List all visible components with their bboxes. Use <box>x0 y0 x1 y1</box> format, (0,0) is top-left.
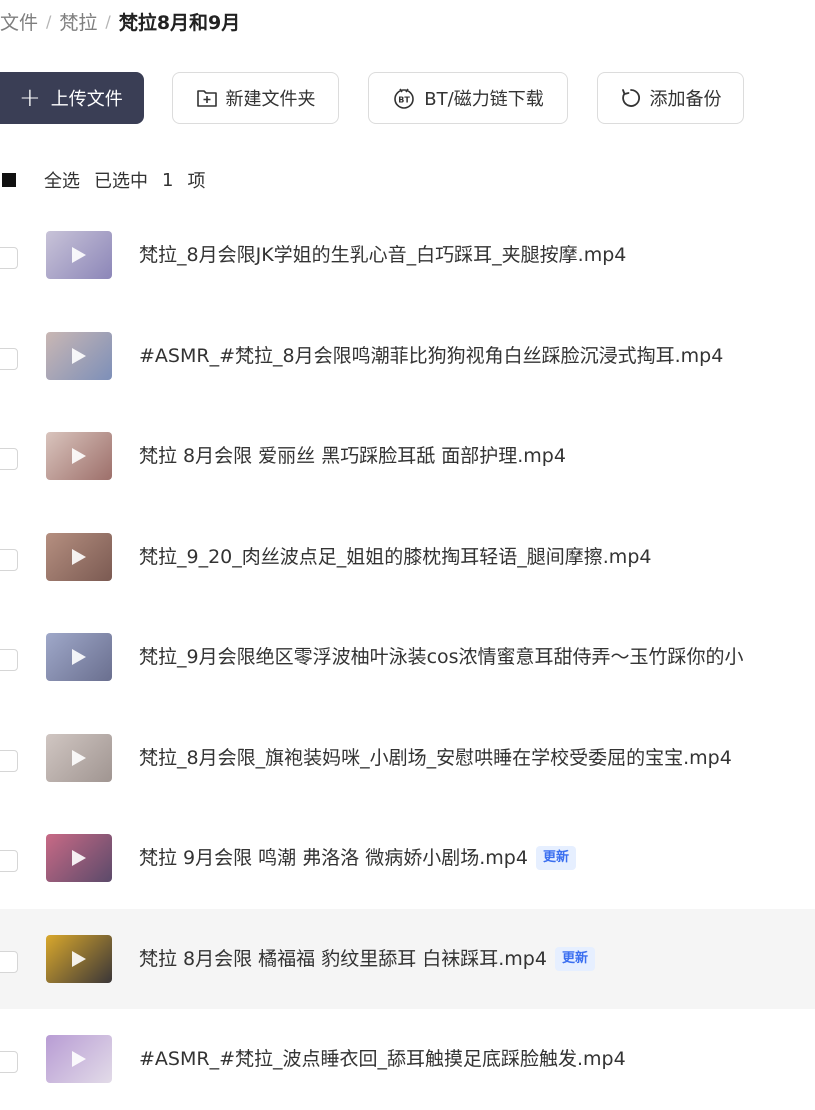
file-checkbox[interactable] <box>0 649 18 671</box>
file-name[interactable]: 梵拉_9_20_肉丝波点足_姐姐的膝枕掏耳轻语_腿间摩擦.mp4 <box>139 543 651 571</box>
file-name-text: 梵拉 8月会限 橘福福 豹纹里舔耳 白袜踩耳.mp4 <box>139 947 547 970</box>
selected-count: 1 <box>162 169 174 191</box>
file-name-text: 梵拉_9_20_肉丝波点足_姐姐的膝枕掏耳轻语_腿间摩擦.mp4 <box>139 545 652 568</box>
play-icon <box>72 347 86 364</box>
new-folder-icon <box>196 90 217 107</box>
file-name[interactable]: 梵拉_8月会限_旗袍装妈咪_小剧场_安慰哄睡在学校受委屈的宝宝.mp4 <box>139 744 732 772</box>
selected-prefix: 已选中 <box>94 171 148 192</box>
select-all-label[interactable]: 全选 <box>44 167 80 193</box>
file-checkbox[interactable] <box>0 950 18 973</box>
play-icon <box>72 1051 86 1067</box>
upload-file-button[interactable]: + 上传文件 <box>0 72 144 124</box>
new-folder-label: 新建文件夹 <box>225 89 316 110</box>
file-list: 梵拉_8月会限JK学姐的生乳心音_白巧踩耳_夹腿按摩.mp4 #ASMR_#梵拉_… <box>0 205 815 1110</box>
plus-icon: + <box>19 83 41 113</box>
video-thumbnail[interactable] <box>46 231 112 279</box>
play-icon <box>72 649 86 665</box>
new-folder-button[interactable]: 新建文件夹 <box>172 72 339 124</box>
play-icon <box>72 247 86 263</box>
file-name-text: 梵拉_9月会限绝区零浮波柚叶泳装cos浓情蜜意耳甜侍弄～玉竹踩你的小 <box>139 646 744 668</box>
file-name[interactable]: 梵拉_9月会限绝区零浮波柚叶泳装cos浓情蜜意耳甜侍弄～玉竹踩你的小 <box>139 643 744 671</box>
video-thumbnail[interactable] <box>46 633 112 681</box>
file-name[interactable]: 梵拉 9月会限 鸣潮 弗洛洛 微病娇小剧场.mp4 更新 <box>139 844 576 872</box>
file-name[interactable]: 梵拉 8月会限 橘福福 豹纹里舔耳 白袜踩耳.mp4 更新 <box>139 945 595 973</box>
video-thumbnail[interactable] <box>46 834 112 882</box>
video-thumbnail[interactable] <box>46 934 112 983</box>
file-row[interactable]: 梵拉 9月会限 鸣潮 弗洛洛 微病娇小剧场.mp4 更新 <box>0 808 815 909</box>
bt-magnet-download-label: BT/磁力链下载 <box>424 89 544 110</box>
video-thumbnail[interactable] <box>46 1035 112 1083</box>
play-icon <box>72 850 86 866</box>
backup-sync-icon <box>621 89 640 107</box>
file-row[interactable]: 梵拉_9_20_肉丝波点足_姐姐的膝枕掏耳轻语_腿间摩擦.mp4 <box>0 507 815 608</box>
play-icon <box>72 448 86 464</box>
breadcrumb-item-files[interactable]: 文件 <box>0 8 38 35</box>
file-name-text: 梵拉_8月会限JK学姐的生乳心音_白巧踩耳_夹腿按摩.mp4 <box>139 244 627 266</box>
play-icon <box>72 548 86 565</box>
play-icon <box>72 950 86 967</box>
update-badge: 更新 <box>554 946 595 971</box>
selection-bar: 全选 已选中 1 项 <box>0 164 205 196</box>
bt-magnet-download-button[interactable]: BT BT/磁力链下载 <box>368 72 568 124</box>
video-thumbnail[interactable] <box>46 532 112 581</box>
add-backup-label: 添加备份 <box>649 89 722 110</box>
file-checkbox[interactable] <box>0 548 18 571</box>
file-name-text: 梵拉_8月会限_旗袍装妈咪_小剧场_安慰哄睡在学校受委屈的宝宝.mp4 <box>139 746 732 769</box>
file-checkbox[interactable] <box>0 247 18 269</box>
svg-text:BT: BT <box>399 96 411 105</box>
update-badge: 更新 <box>535 846 576 870</box>
file-name-text: #ASMR_#梵拉_8月会限鸣潮菲比狗狗视角白丝踩脸沉浸式掏耳.mp4 <box>139 344 724 367</box>
file-name-text: 梵拉 9月会限 鸣潮 弗洛洛 微病娇小剧场.mp4 <box>139 847 528 869</box>
video-thumbnail[interactable] <box>46 331 112 380</box>
toolbar: + 上传文件 新建文件夹 BT BT/磁力链下载 添加备份 <box>0 72 815 126</box>
breadcrumb-current-folder: 梵拉8月和9月 <box>118 11 241 34</box>
breadcrumb: 文件 / 梵拉 / 梵拉8月和9月 <box>0 6 240 36</box>
file-row[interactable]: 梵拉_8月会限_旗袍装妈咪_小剧场_安慰哄睡在学校受委屈的宝宝.mp4 <box>0 708 815 809</box>
file-name[interactable]: 梵拉_8月会限JK学姐的生乳心音_白巧踩耳_夹腿按摩.mp4 <box>139 241 626 269</box>
file-row[interactable]: #ASMR_#梵拉_波点睡衣回_舔耳触摸足底踩脸触发.mp4 <box>0 1009 815 1110</box>
file-checkbox[interactable] <box>0 749 18 772</box>
file-name[interactable]: 梵拉 8月会限 爱丽丝 黑巧踩脸耳舐 面部护理.mp4 <box>139 442 566 470</box>
file-name[interactable]: #ASMR_#梵拉_8月会限鸣潮菲比狗狗视角白丝踩脸沉浸式掏耳.mp4 <box>139 342 723 370</box>
file-name[interactable]: #ASMR_#梵拉_波点睡衣回_舔耳触摸足底踩脸触发.mp4 <box>139 1045 626 1073</box>
upload-file-label: 上传文件 <box>50 89 123 110</box>
file-row[interactable]: 梵拉 8月会限 爱丽丝 黑巧踩脸耳舐 面部护理.mp4 <box>0 406 815 507</box>
file-row[interactable]: #ASMR_#梵拉_8月会限鸣潮菲比狗狗视角白丝踩脸沉浸式掏耳.mp4 <box>0 306 815 407</box>
breadcrumb-separator: / <box>105 11 111 31</box>
file-name-text: #ASMR_#梵拉_波点睡衣回_舔耳触摸足底踩脸触发.mp4 <box>139 1048 626 1070</box>
breadcrumb-separator: / <box>46 11 52 31</box>
bt-icon: BT <box>394 88 415 109</box>
file-row[interactable]: 梵拉_9月会限绝区零浮波柚叶泳装cos浓情蜜意耳甜侍弄～玉竹踩你的小 <box>0 607 815 708</box>
file-checkbox[interactable] <box>0 448 18 470</box>
play-icon <box>72 749 86 766</box>
file-row[interactable]: 梵拉_8月会限JK学姐的生乳心音_白巧踩耳_夹腿按摩.mp4 <box>0 205 815 306</box>
file-checkbox[interactable] <box>0 850 18 872</box>
file-name-text: 梵拉 8月会限 爱丽丝 黑巧踩脸耳舐 面部护理.mp4 <box>139 445 566 467</box>
breadcrumb-item-fanla[interactable]: 梵拉 <box>59 8 97 35</box>
selected-suffix: 项 <box>187 171 206 192</box>
select-all-checkbox[interactable] <box>2 173 16 187</box>
file-checkbox[interactable] <box>0 1051 18 1073</box>
video-thumbnail[interactable] <box>46 432 112 480</box>
file-checkbox[interactable] <box>0 347 18 370</box>
video-thumbnail[interactable] <box>46 733 112 782</box>
add-backup-button[interactable]: 添加备份 <box>597 72 744 124</box>
file-row[interactable]: 梵拉 8月会限 橘福福 豹纹里舔耳 白袜踩耳.mp4 更新 <box>0 908 815 1009</box>
